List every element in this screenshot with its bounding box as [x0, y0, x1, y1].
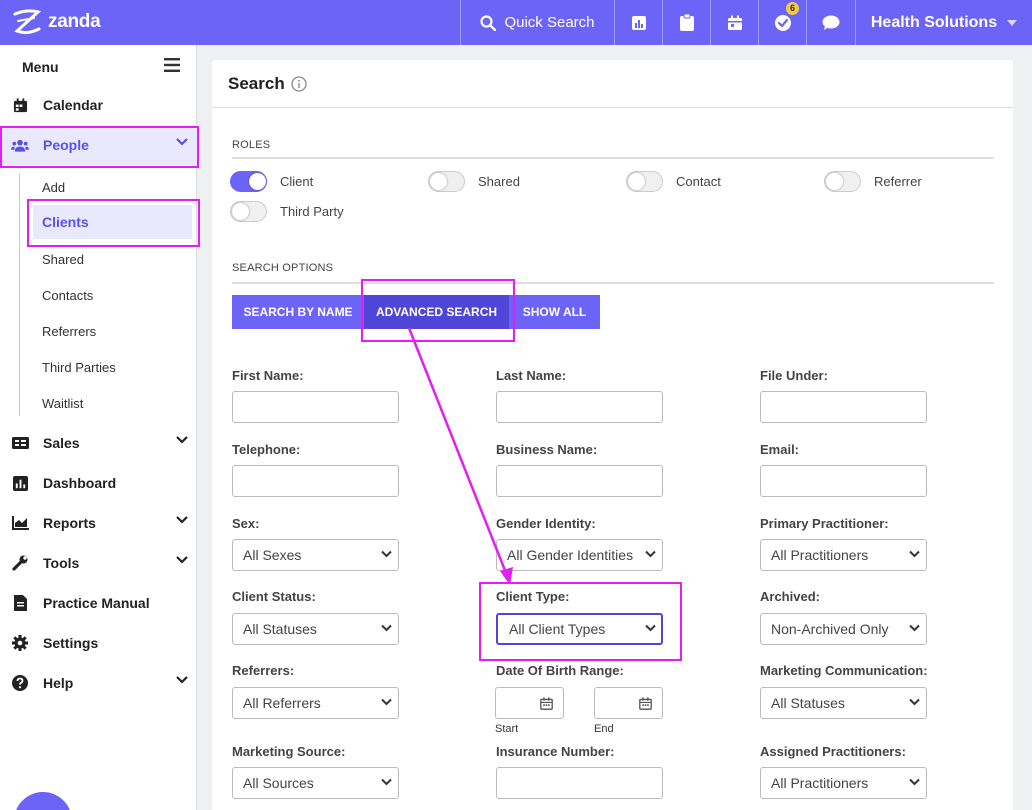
annotation-arrow — [407, 327, 513, 585]
